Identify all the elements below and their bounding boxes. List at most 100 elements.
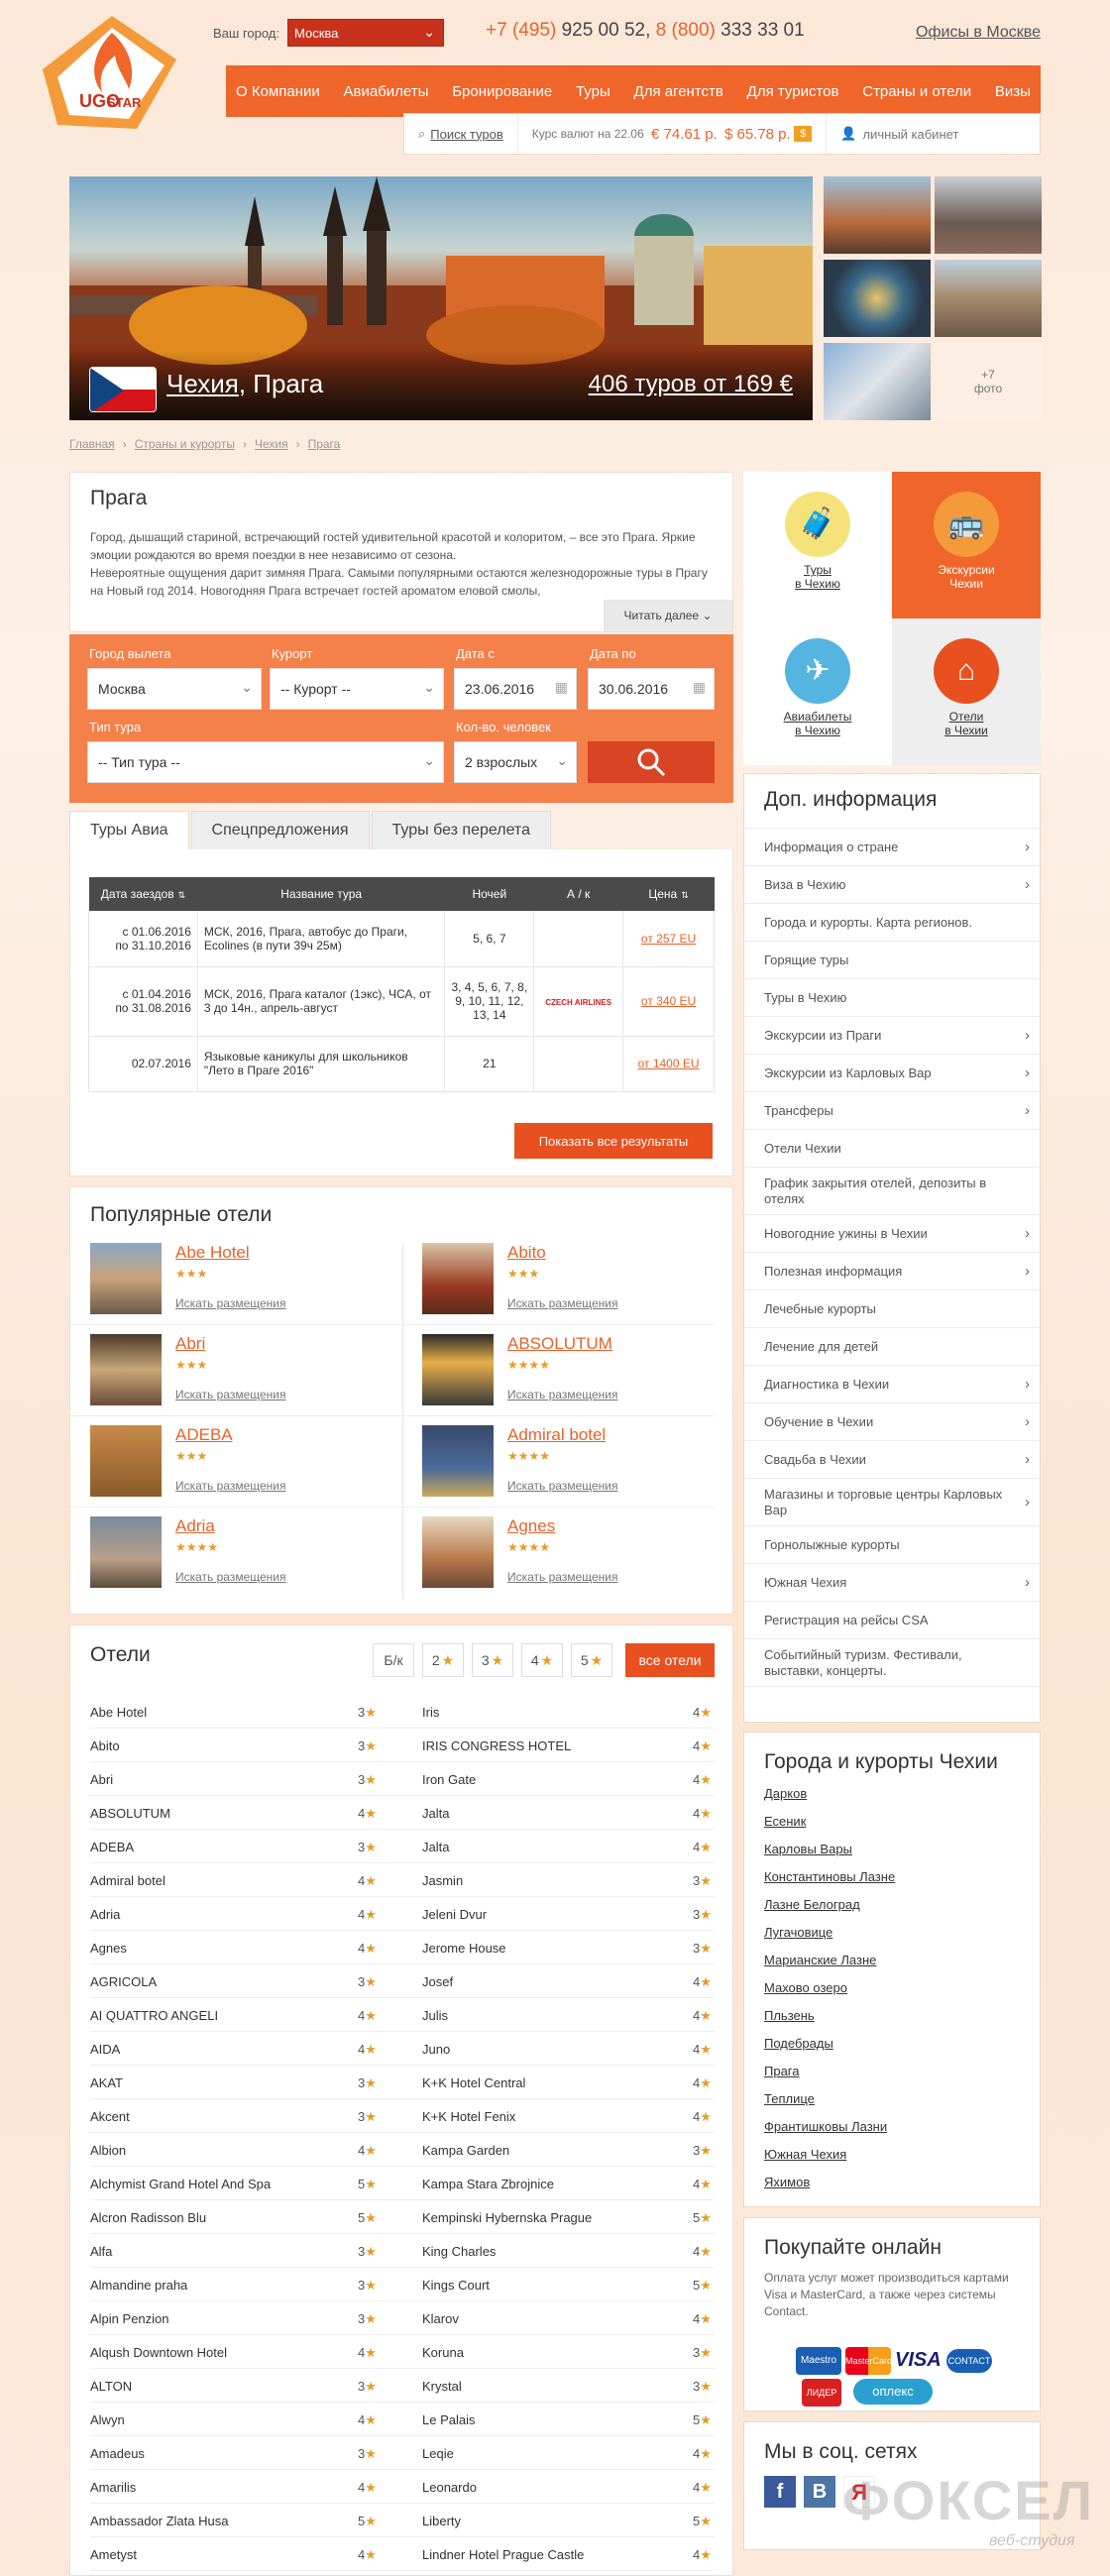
hotel-name-link[interactable]: IRIS CONGRESS HOTEL: [422, 1738, 571, 1753]
nav-item[interactable]: О Компании: [236, 83, 320, 100]
star-filter-button[interactable]: 4 ★: [521, 1643, 563, 1677]
hotel-name-link[interactable]: Jalta: [422, 1840, 449, 1854]
extra-info-item[interactable]: Новогодние ужины в Чехии ›: [744, 1215, 1040, 1253]
extra-info-item[interactable]: Отели Чехии: [744, 1130, 1040, 1168]
tour-price-link[interactable]: от 257 EU: [622, 911, 715, 967]
hotel-name-link[interactable]: Abito: [507, 1243, 546, 1263]
column-header[interactable]: Название тура: [197, 877, 445, 911]
hotel-name-link[interactable]: Lindner Hotel Prague Castle: [422, 2547, 584, 2562]
all-hotels-button[interactable]: все отели: [625, 1643, 715, 1677]
extra-info-item[interactable]: Южная Чехия ›: [744, 1564, 1040, 1602]
search-accommodation-link[interactable]: Искать размещения: [175, 1296, 286, 1310]
extra-info-item[interactable]: Лечебные курорты: [744, 1290, 1040, 1328]
city-link[interactable]: Лугачовице: [764, 1925, 1020, 1953]
hotel-name-link[interactable]: Jasmin: [422, 1873, 463, 1888]
search-tours-link[interactable]: ⌕ Поиск туров: [404, 114, 518, 154]
city-link[interactable]: Теплице: [764, 2091, 1020, 2119]
offices-link[interactable]: Офисы в Москве: [916, 24, 1041, 42]
hotel-name-link[interactable]: ABSOLUTUM: [90, 1806, 170, 1821]
extra-info-item[interactable]: Свадьба в Чехии ›: [744, 1441, 1040, 1479]
star-filter-button[interactable]: 3 ★: [472, 1643, 513, 1677]
date-to-input[interactable]: 30.06.2016 ▦: [588, 668, 715, 710]
hotel-name-link[interactable]: Krystal: [422, 2379, 462, 2394]
city-link[interactable]: Карловы Вары: [764, 1842, 1020, 1869]
extra-info-item[interactable]: Трансферы ›: [744, 1092, 1040, 1130]
column-header[interactable]: Ночей: [444, 877, 534, 911]
extra-info-item[interactable]: Горнолыжные курорты: [744, 1526, 1040, 1564]
facebook-icon[interactable]: f: [764, 2476, 796, 2508]
extra-info-item[interactable]: Диагностика в Чехии ›: [744, 1366, 1040, 1403]
hotel-name-link[interactable]: K+K Hotel Fenix: [422, 2109, 515, 2124]
hotel-name-link[interactable]: Alcron Radisson Blu: [90, 2210, 206, 2225]
search-accommodation-link[interactable]: Искать размещения: [507, 1388, 618, 1401]
date-from-input[interactable]: 23.06.2016 ▦: [454, 668, 577, 710]
hotel-name-link[interactable]: AGRICOLA: [90, 1974, 157, 1989]
tour-price-link[interactable]: от 1400 EU: [622, 1036, 715, 1092]
extra-info-item[interactable]: Лечение для детей: [744, 1328, 1040, 1366]
hotel-name-link[interactable]: Albion: [90, 2143, 126, 2158]
show-all-results-button[interactable]: Показать все результаты: [514, 1123, 713, 1159]
tour-price-link[interactable]: от 340 EU: [622, 966, 715, 1037]
hero-offer[interactable]: 406 туров от 169 €: [589, 371, 793, 398]
extra-info-item[interactable]: Магазины и торговые центры Карловых Вар ›: [744, 1479, 1040, 1526]
star-filter-button[interactable]: 5 ★: [571, 1643, 612, 1677]
hotel-name-link[interactable]: Iris: [422, 1705, 439, 1720]
city-link[interactable]: Константиновы Лазне: [764, 1869, 1020, 1897]
hotel-photo[interactable]: [422, 1334, 494, 1405]
hotel-name-link[interactable]: ALTON: [90, 2379, 132, 2394]
extra-info-item[interactable]: Регистрация на рейсы CSA: [744, 1602, 1040, 1639]
hotel-name-link[interactable]: Alfa: [90, 2244, 112, 2259]
hotel-name-link[interactable]: Klarov: [422, 2311, 459, 2326]
hotel-name-link[interactable]: Abe Hotel: [90, 1705, 147, 1720]
hotel-name-link[interactable]: Admiral botel: [90, 1873, 166, 1888]
extra-info-item[interactable]: Информация о стране ›: [744, 829, 1040, 866]
hotel-photo[interactable]: [90, 1516, 162, 1588]
city-link[interactable]: Франтишковы Лазни: [764, 2119, 1020, 2147]
hotel-name-link[interactable]: Akcent: [90, 2109, 130, 2124]
extra-info-item[interactable]: Экскурсии из Карловых Вар ›: [744, 1055, 1040, 1092]
extra-info-item[interactable]: Туры в Чехию: [744, 979, 1040, 1017]
hotel-name-link[interactable]: Amarilis: [90, 2480, 136, 2495]
quick-tile[interactable]: ⌂ Отели в Чехии: [892, 618, 1041, 765]
hotel-name-link[interactable]: Ametyst: [90, 2547, 137, 2562]
tab[interactable]: Спецпредложения: [190, 811, 370, 850]
quick-tile[interactable]: 🚌 Экскурсии Чехии: [892, 472, 1041, 618]
hotel-name-link[interactable]: Jerome House: [422, 1941, 506, 1956]
hotel-name-link[interactable]: Agnes: [90, 1941, 127, 1956]
hotel-name-link[interactable]: Leqie: [422, 2446, 454, 2461]
search-accommodation-link[interactable]: Искать размещения: [507, 1479, 618, 1493]
extra-info-item[interactable]: Горящие туры: [744, 942, 1040, 979]
hotel-name-link[interactable]: Agnes: [507, 1516, 555, 1536]
city-link[interactable]: Пльзень: [764, 2008, 1020, 2036]
hotel-name-link[interactable]: Abri: [90, 1772, 113, 1787]
hotel-name-link[interactable]: Abito: [90, 1738, 120, 1753]
hotel-photo[interactable]: [422, 1425, 494, 1497]
search-button[interactable]: [588, 741, 715, 783]
search-accommodation-link[interactable]: Искать размещения: [175, 1479, 286, 1493]
star-filter-button[interactable]: Б/к: [373, 1643, 414, 1677]
search-accommodation-link[interactable]: Искать размещения: [507, 1570, 618, 1584]
hotel-photo[interactable]: [422, 1516, 494, 1588]
hotel-name-link[interactable]: Admiral botel: [507, 1425, 606, 1445]
column-header[interactable]: Дата заездов ⇅: [88, 877, 198, 911]
hotel-name-link[interactable]: Liberty: [422, 2514, 461, 2528]
city-link[interactable]: Южная Чехия: [764, 2147, 1020, 2175]
hotel-name-link[interactable]: ADEBA: [90, 1840, 134, 1854]
hotel-name-link[interactable]: King Charles: [422, 2244, 496, 2259]
tour-type-select[interactable]: -- Тип тура -- ⌄: [87, 741, 444, 783]
hotel-name-link[interactable]: ADEBA: [175, 1425, 233, 1445]
nav-item[interactable]: Бронирование: [452, 83, 552, 100]
people-select[interactable]: 2 взрослых ⌄: [454, 741, 577, 783]
breadcrumb-item[interactable]: Прага: [308, 437, 341, 451]
city-select[interactable]: Москва ⌄: [287, 19, 444, 47]
extra-info-item[interactable]: Города и курорты. Карта регионов.: [744, 904, 1040, 942]
city-link[interactable]: Лазне Белоград: [764, 1897, 1020, 1925]
breadcrumb-item[interactable]: Чехия: [255, 437, 288, 451]
hotel-name-link[interactable]: Alqush Downtown Hotel: [90, 2345, 227, 2360]
quick-tile[interactable]: ✈ Авиабилеты в Чехию: [743, 618, 892, 765]
country-link[interactable]: Чехия: [166, 369, 239, 398]
search-accommodation-link[interactable]: Искать размещения: [507, 1296, 618, 1310]
extra-info-item[interactable]: Обучение в Чехии ›: [744, 1403, 1040, 1441]
hotel-name-link[interactable]: Juno: [422, 2042, 450, 2057]
hotel-name-link[interactable]: Adria: [90, 1907, 120, 1922]
